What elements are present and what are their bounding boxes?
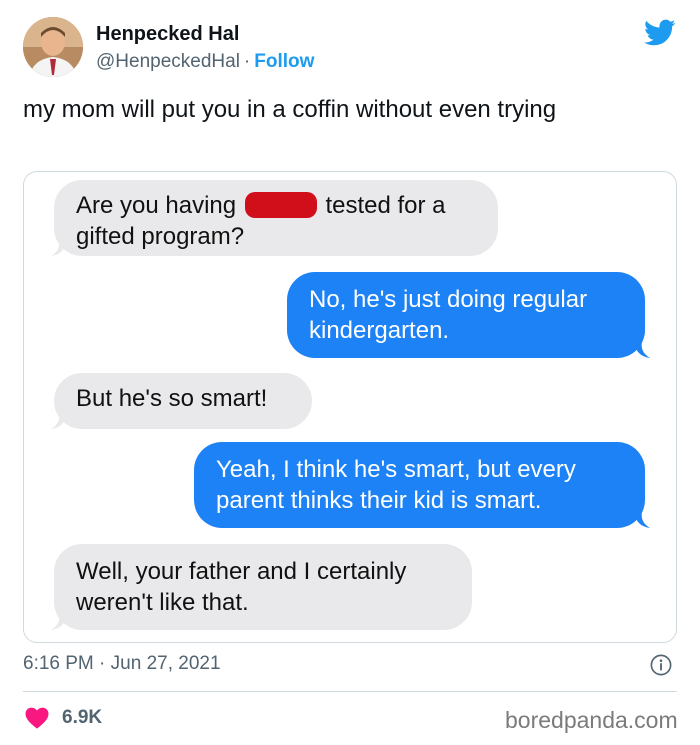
tweet-text: my mom will put you in a coffin without … bbox=[23, 96, 557, 123]
bubble-tail-icon bbox=[634, 512, 650, 528]
bubble-tail-icon bbox=[51, 240, 67, 256]
info-icon[interactable] bbox=[650, 654, 672, 676]
bubble-tail-icon bbox=[51, 413, 67, 429]
twitter-bird-icon[interactable] bbox=[644, 19, 676, 47]
author-handle[interactable]: @HenpeckedHal bbox=[96, 51, 240, 72]
tweet-date: Jun 27, 2021 bbox=[110, 653, 221, 674]
author-meta: @HenpeckedHal · Follow bbox=[96, 51, 314, 73]
bubble-tail-icon bbox=[634, 342, 650, 358]
tweet-timestamp[interactable]: 6:16 PM · Jun 27, 2021 bbox=[23, 653, 221, 675]
message-bubble-outgoing: Yeah, I think he's smart, but every pare… bbox=[194, 442, 645, 528]
message-bubble-outgoing: No, he's just doing regular kindergarten… bbox=[287, 272, 645, 358]
follow-button[interactable]: Follow bbox=[254, 51, 314, 72]
message-text: Are you having bbox=[76, 192, 243, 219]
meta-separator: · bbox=[243, 51, 251, 72]
message-bubble-incoming: But he's so smart! bbox=[54, 373, 312, 429]
message-text: Well, your father and I certainly weren'… bbox=[76, 558, 407, 616]
message-bubble-incoming: Are you having tested for a gifted progr… bbox=[54, 180, 498, 256]
like-count[interactable]: 6.9K bbox=[62, 707, 102, 729]
message-text: But he's so smart! bbox=[76, 385, 268, 412]
message-text: Yeah, I think he's smart, but every pare… bbox=[216, 456, 576, 514]
media-image[interactable]: Are you having tested for a gifted progr… bbox=[23, 171, 677, 643]
tweet-card: Henpecked Hal @HenpeckedHal · Follow my mo… bbox=[0, 0, 700, 745]
author-name[interactable]: Henpecked Hal bbox=[96, 23, 239, 46]
bubble-tail-icon bbox=[51, 614, 67, 630]
footer-divider bbox=[23, 691, 677, 692]
message-bubble-incoming: Well, your father and I certainly weren'… bbox=[54, 544, 472, 630]
heart-icon[interactable] bbox=[25, 707, 49, 729]
message-text: No, he's just doing regular kindergarten… bbox=[309, 286, 588, 344]
avatar-portrait-icon bbox=[23, 17, 83, 77]
redaction-mark bbox=[244, 192, 317, 218]
timestamp-separator: · bbox=[99, 653, 106, 674]
author-avatar[interactable] bbox=[23, 17, 83, 77]
watermark: boredpanda.com bbox=[505, 707, 678, 733]
tweet-time: 6:16 PM bbox=[23, 653, 94, 674]
